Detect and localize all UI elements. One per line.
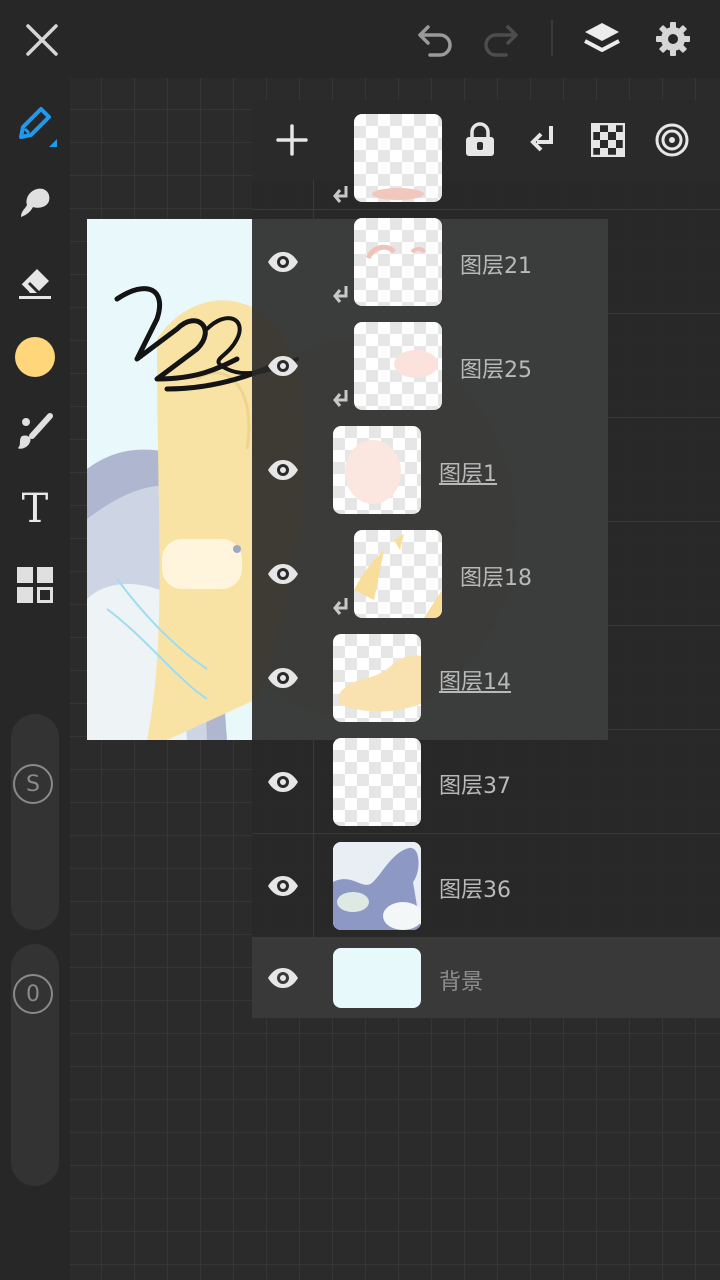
layer-row[interactable]: 图层21 [252,210,720,314]
checker-icon[interactable] [586,118,630,162]
eye-icon[interactable] [266,453,300,487]
layer-thumbnail [333,842,421,930]
layer-thumbnail [354,218,442,306]
layer-name: 图层14 [439,670,511,695]
eye-icon[interactable] [266,765,300,799]
radial-icon[interactable] [650,118,694,162]
eye-icon[interactable] [266,557,300,591]
layer-row[interactable] [252,114,720,210]
lock-icon[interactable] [458,118,502,162]
text-tool-icon[interactable]: T [10,484,60,534]
opacity-slider[interactable]: 0 [11,944,59,1186]
toolbar-divider [551,20,553,56]
layers-panel-toolbar [252,100,720,180]
eye-icon[interactable] [266,349,300,383]
row-separator [313,180,314,209]
layer-name: 图层1 [439,462,497,487]
eraser-icon[interactable] [10,256,60,306]
row-separator [313,834,314,937]
brush-size-slider[interactable]: S [11,714,59,930]
layer-thumbnail [354,530,442,618]
eye-icon[interactable] [266,961,300,995]
color-swatch[interactable] [10,332,60,382]
row-separator [313,210,314,313]
row-separator [313,418,314,521]
close-icon[interactable] [18,16,66,64]
layer-row[interactable]: 图层37 [252,730,720,834]
gear-icon[interactable] [648,14,698,64]
layers-icon[interactable] [577,14,627,64]
row-separator [313,522,314,625]
layer-thumbnail [354,114,442,202]
layer-thumbnail [354,322,442,410]
layer-row[interactable]: 图层1 [252,418,720,522]
grid-icon[interactable] [10,560,60,610]
row-separator [313,314,314,417]
layer-thumbnail [333,426,421,514]
smudge-icon[interactable] [10,178,60,228]
layer-name: 图层37 [439,774,511,799]
clip-arrow-icon [333,598,348,615]
brush-icon[interactable] [10,408,60,458]
eye-icon[interactable] [266,245,300,279]
clip-icon[interactable] [522,118,566,162]
eye-icon[interactable] [266,869,300,903]
layer-row[interactable]: 图层14 [252,626,720,730]
row-separator [313,730,314,833]
redo-icon[interactable] [476,16,524,64]
add-layer-icon[interactable] [270,118,314,162]
clip-arrow-icon [333,186,348,203]
layers-panel: 图层21 图层25 图层1 图层18 图层14 图层37 图层36 背景 [252,100,720,1018]
layer-name: 背景 [439,970,484,995]
layer-thumbnail [333,738,421,826]
layer-name: 图层21 [460,254,532,279]
left-toolbar: T S 0 [0,78,70,1280]
undo-icon[interactable] [412,16,460,64]
clip-arrow-icon [333,390,348,407]
layer-name: 图层36 [439,878,511,903]
layer-name: 图层25 [460,358,532,383]
layer-row[interactable]: 背景 [252,938,720,1018]
layer-row[interactable]: 图层25 [252,314,720,418]
opacity-slider-knob[interactable]: 0 [13,974,53,1014]
top-toolbar [0,0,720,78]
layer-thumbnail [333,634,421,722]
layer-row[interactable]: 图层36 [252,834,720,938]
layer-thumbnail [333,948,421,1008]
size-slider-knob[interactable]: S [13,764,53,804]
row-separator [313,626,314,729]
clip-arrow-icon [333,286,348,303]
pen-icon[interactable] [10,100,60,150]
layer-row[interactable]: 图层18 [252,522,720,626]
layer-name: 图层18 [460,566,532,591]
eye-icon[interactable] [266,661,300,695]
